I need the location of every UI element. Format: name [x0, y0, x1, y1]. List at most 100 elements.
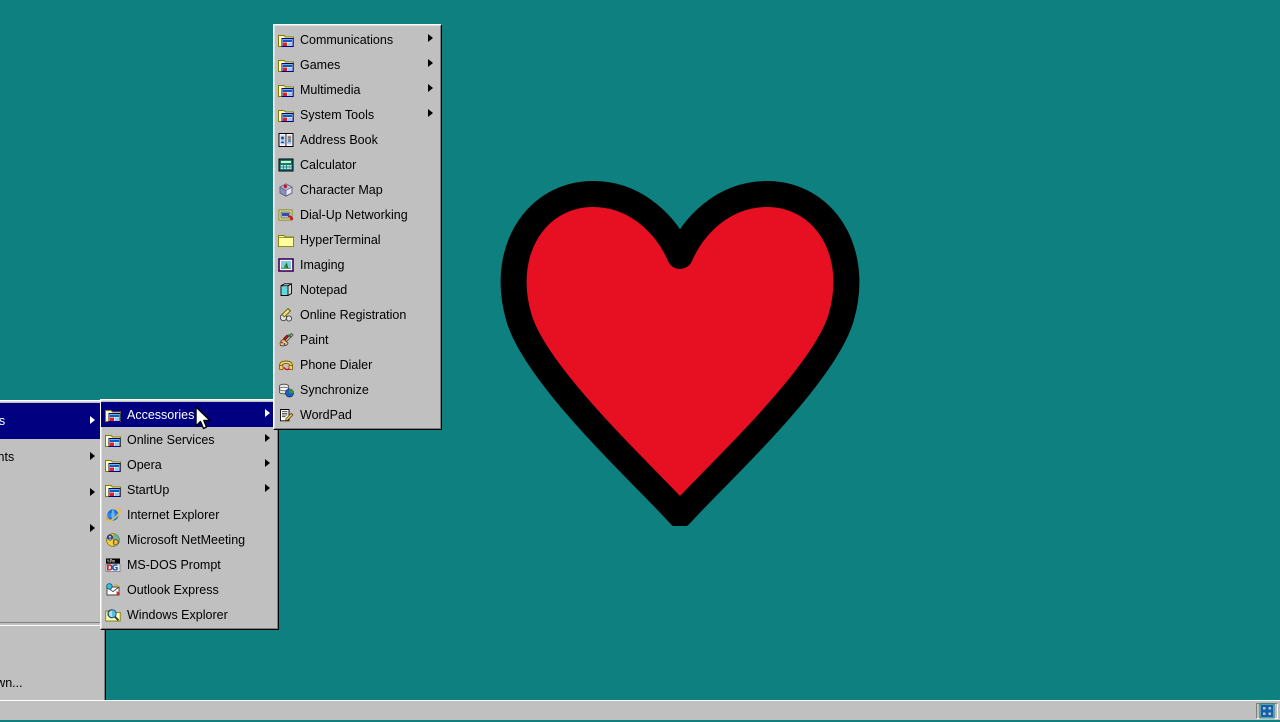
outlook-express-icon [105, 582, 121, 598]
menu-item-label: HyperTerminal [300, 232, 423, 248]
menu-item-microsoft-netmeeting[interactable]: Microsoft NetMeeting [101, 527, 278, 552]
submenu-arrow-icon [423, 59, 437, 70]
menu-item-label: Dial-Up Networking [300, 207, 423, 223]
programs-submenu[interactable]: Accessories Online Services Opera StartUp In… [100, 399, 279, 630]
menu-item-label: Documents [0, 449, 85, 465]
notepad-icon [278, 282, 294, 298]
synchronize-icon [278, 382, 294, 398]
submenu-arrow-icon [423, 109, 437, 120]
menu-item-label: Communications [300, 32, 423, 48]
folder-programs-icon [278, 32, 294, 48]
character-map-icon [278, 182, 294, 198]
menu-item-label: Help [0, 557, 85, 573]
menu-item-multimedia[interactable]: Multimedia [274, 77, 441, 102]
menu-item-opera[interactable]: Opera [101, 452, 278, 477]
menu-item-games[interactable]: Games [274, 52, 441, 77]
folder-programs-icon [105, 457, 121, 473]
menu-item-paint[interactable]: Paint [274, 327, 441, 352]
menu-item-label: Settings [0, 485, 85, 501]
menu-item-calculator[interactable]: Calculator [274, 152, 441, 177]
menu-item-accessories[interactable]: Accessories [101, 402, 278, 427]
menu-item-phone-dialer[interactable]: Phone Dialer [274, 352, 441, 377]
submenu-arrow-icon [85, 452, 99, 463]
menu-item-label: Calculator [300, 157, 423, 173]
windows-explorer-icon [105, 607, 121, 623]
wordpad-icon [278, 407, 294, 423]
menu-item-label: Programs [0, 413, 85, 429]
menu-item-label: Phone Dialer [300, 357, 423, 373]
menu-item-hyperterminal[interactable]: HyperTerminal [274, 227, 441, 252]
folder-programs-icon [278, 107, 294, 123]
submenu-arrow-icon [260, 434, 274, 445]
menu-item-address-book[interactable]: Address Book [274, 127, 441, 152]
menu-item-label: Notepad [300, 282, 423, 298]
menu-item-label: Paint [300, 332, 423, 348]
calculator-icon [278, 157, 294, 173]
menu-item-label: StartUp [127, 482, 260, 498]
paint-icon [278, 332, 294, 348]
menu-item-communications[interactable]: Communications [274, 27, 441, 52]
menu-item-label: MS-DOS Prompt [127, 557, 260, 573]
menu-item-notepad[interactable]: Notepad [274, 277, 441, 302]
menu-item-imaging[interactable]: Imaging [274, 252, 441, 277]
menu-item-internet-explorer[interactable]: Internet Explorer [101, 502, 278, 527]
netmeeting-icon [105, 532, 121, 548]
folder-programs-icon [278, 82, 294, 98]
menu-item-find[interactable]: Find [0, 511, 105, 547]
menu-item-label: System Tools [300, 107, 423, 123]
folder-programs-icon [105, 432, 121, 448]
menu-item-programs[interactable]: Programs [0, 403, 105, 439]
submenu-arrow-icon [423, 84, 437, 95]
menu-item-label: Internet Explorer [127, 507, 260, 523]
system-tray[interactable] [1256, 703, 1278, 719]
taskbar[interactable] [0, 700, 1280, 720]
internet-explorer-icon [105, 507, 121, 523]
menu-item-dial-up-networking[interactable]: Dial-Up Networking [274, 202, 441, 227]
menu-item-online-services[interactable]: Online Services [101, 427, 278, 452]
start-menu[interactable]: Programs Documents Settings Find Help Run... S… [0, 400, 106, 704]
accessories-submenu[interactable]: Communications Games Multimedia System Tool… [273, 24, 442, 430]
menu-item-settings[interactable]: Settings [0, 475, 105, 511]
menu-item-label: Character Map [300, 182, 423, 198]
submenu-arrow-icon [85, 524, 99, 535]
menu-item-wordpad[interactable]: WordPad [274, 402, 441, 427]
submenu-arrow-icon [423, 34, 437, 45]
menu-item-label: Multimedia [300, 82, 423, 98]
imaging-icon [278, 257, 294, 273]
menu-item-windows-explorer[interactable]: Windows Explorer [101, 602, 278, 627]
menu-item-system-tools[interactable]: System Tools [274, 102, 441, 127]
menu-item-label: Opera [127, 457, 260, 473]
menu-item-shut-down[interactable]: Shut Down... [0, 665, 105, 701]
address-book-icon [278, 132, 294, 148]
folder-programs-icon [105, 407, 121, 423]
online-registration-icon [278, 307, 294, 323]
menu-item-online-registration[interactable]: Online Registration [274, 302, 441, 327]
menu-item-label: Online Services [127, 432, 260, 448]
svg-text:G: G [112, 563, 119, 572]
menu-item-label: Outlook Express [127, 582, 260, 598]
menu-item-run[interactable]: Run... [0, 583, 105, 619]
dial-up-networking-icon [278, 207, 294, 223]
menu-separator [0, 622, 103, 626]
desktop[interactable]: Programs Documents Settings Find Help Run... S… [0, 0, 1280, 720]
phone-dialer-icon [278, 357, 294, 373]
submenu-arrow-icon [85, 416, 99, 427]
menu-item-documents[interactable]: Documents [0, 439, 105, 475]
heart-graphic [497, 178, 863, 526]
menu-item-synchronize[interactable]: Synchronize [274, 377, 441, 402]
menu-item-startup[interactable]: StartUp [101, 477, 278, 502]
menu-item-ms-dos-prompt[interactable]: %PmDGMS-DOS Prompt [101, 552, 278, 577]
submenu-arrow-icon [260, 459, 274, 470]
submenu-arrow-icon [260, 484, 274, 495]
folder-programs-icon [105, 482, 121, 498]
menu-item-outlook-express[interactable]: Outlook Express [101, 577, 278, 602]
menu-item-suspend[interactable]: Suspend [0, 629, 105, 665]
menu-item-help[interactable]: Help [0, 547, 105, 583]
network-tray-icon[interactable] [1259, 703, 1275, 719]
menu-item-label: Find [0, 521, 85, 537]
menu-item-label: Accessories [127, 407, 260, 423]
menu-item-label: Windows Explorer [127, 607, 260, 623]
submenu-arrow-icon [85, 488, 99, 499]
menu-item-character-map[interactable]: Character Map [274, 177, 441, 202]
menu-item-label: Games [300, 57, 423, 73]
